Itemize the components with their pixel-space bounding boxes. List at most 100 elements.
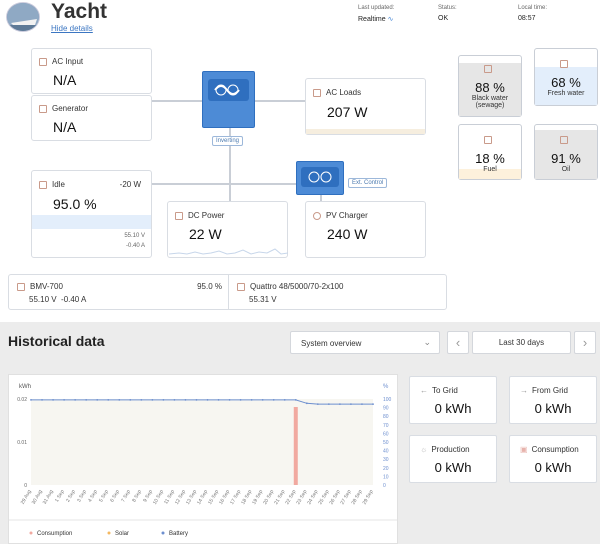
connector-line (229, 183, 231, 201)
chevron-down-icon: ⌄ (423, 337, 431, 347)
ac-loads-icon (313, 88, 321, 97)
device-name: BMV-700 (30, 282, 63, 291)
x-tick-label: 5 Sep (98, 489, 110, 504)
stat-label: From Grid (532, 386, 568, 395)
dc-power-label: DC Power (188, 211, 225, 220)
hide-details-link[interactable]: Hide details (51, 24, 93, 33)
device-bmv[interactable]: BMV-700 95.0 % 55.10 V -0.40 A (9, 275, 229, 309)
connector-line (152, 100, 204, 102)
battery-data-point (118, 398, 121, 401)
tank-percent: 18 % (475, 151, 505, 166)
tank-oil[interactable]: 91 % Oil (534, 124, 598, 180)
battery-data-point (162, 398, 165, 401)
yacht-image-icon (7, 3, 39, 31)
arrow-left-icon: ← (420, 386, 428, 395)
tank-percent: 68 % (551, 75, 581, 90)
battery-data-point (283, 398, 286, 401)
status-label: Status: (438, 5, 457, 11)
battery-data-point (350, 403, 352, 406)
local-time-label: Local time: (518, 5, 548, 11)
local-time-value: 08:57 (518, 15, 536, 22)
battery-data-point (206, 398, 209, 401)
battery-data-point (217, 398, 220, 401)
battery-data-point (140, 398, 143, 401)
y2-tick-label: 80 (383, 414, 389, 420)
inverter-box[interactable] (202, 71, 255, 128)
pv-charger-value: 240 W (327, 226, 368, 242)
x-tick-label: 8 Sep (131, 489, 143, 504)
ac-loads-card[interactable]: AC Loads 207 W (305, 78, 426, 135)
status-value: OK (438, 15, 449, 22)
ac-input-card[interactable]: AC Input N/A (31, 48, 152, 94)
y2-tick-label: 30 (383, 457, 389, 463)
generator-card[interactable]: Generator N/A (31, 95, 152, 141)
battery-data-point (96, 398, 99, 401)
sun-icon (313, 211, 321, 220)
x-tick-label: 7 Sep (120, 489, 132, 504)
tank-icon (559, 59, 568, 68)
battery-data-point (327, 403, 330, 406)
tank-name: Fresh water (547, 90, 585, 97)
prev-range-button[interactable]: ‹ (447, 331, 469, 354)
devices-panel: BMV-700 95.0 % 55.10 V -0.40 A Quattro 48… (8, 274, 447, 310)
stat-label: Consumption (531, 445, 579, 454)
overview-dropdown[interactable]: System overview ⌄ (290, 331, 440, 354)
tank-percent: 88 % (475, 80, 505, 95)
tank-icon (483, 135, 492, 144)
stat-value: 0 kWh (434, 401, 472, 416)
device-quattro[interactable]: Quattro 48/5000/70-2x100 55.31 V (229, 275, 447, 309)
battery-data-point (195, 398, 198, 401)
battery-soc-bar (32, 215, 151, 229)
battery-card[interactable]: Idle -20 W 95.0 % 55.10 V -0.40 A (31, 170, 152, 258)
battery-voltage: 55.10 V (124, 233, 145, 239)
y2-axis-label: % (383, 384, 389, 390)
dc-power-card[interactable]: DC Power 22 W (167, 201, 288, 258)
tank-fresh-water[interactable]: 68 % Fresh water (534, 48, 598, 106)
stat-production: ☼ Production 0 kWh (409, 435, 497, 483)
battery-data-point (261, 398, 264, 401)
tank-name: Fuel (483, 166, 497, 173)
connector-line (254, 100, 306, 102)
battery-data-point (339, 403, 341, 406)
legend-swatch (107, 531, 111, 535)
realtime-icon: ∿ (387, 16, 394, 23)
next-range-button[interactable]: › (574, 331, 596, 354)
history-chart: kWh %0.020.010100908070605040302010029 Au… (9, 384, 397, 537)
battery-data-point (372, 403, 374, 406)
battery-state-label: Idle (52, 180, 65, 189)
pv-charger-card[interactable]: PV Charger 240 W (305, 201, 426, 258)
pv-charger-label: PV Charger (326, 211, 368, 220)
chart-panel: kWh% 0.02 0.01 0 100 90 80 70 60 50 40 30 20 10 0 29 Au… (8, 374, 398, 544)
ac-loads-value: 207 W (327, 104, 368, 120)
tank-fuel[interactable]: 18 % Fuel (458, 124, 522, 180)
mppt-box[interactable] (296, 161, 344, 195)
generator-label: Generator (52, 104, 89, 113)
battery-data-point (52, 398, 54, 401)
legend-item: Battery (169, 531, 188, 537)
battery-data-point (272, 398, 275, 401)
inverter-icon (237, 282, 245, 291)
y2-tick-label: 60 (383, 431, 389, 437)
overview-dropdown-value: System overview (301, 339, 362, 348)
tank-name: Oil (561, 166, 571, 173)
tank-black-water[interactable]: 88 % Black water (sewage) (458, 55, 522, 117)
y2-tick-label: 90 (383, 406, 389, 412)
y2-tick-label: 100 (383, 397, 392, 403)
stat-value: 0 kWh (534, 401, 572, 416)
ac-input-icon (39, 57, 47, 66)
stat-to-grid: ← To Grid 0 kWh (409, 376, 497, 424)
tank-name: Black water (471, 95, 509, 102)
battery-data-point (316, 403, 319, 406)
arrow-right-icon: → (520, 386, 528, 395)
consumption-bar (293, 407, 298, 485)
y2-tick-label: 40 (383, 449, 389, 455)
tank-percent: 91 % (551, 151, 581, 166)
x-tick-label: 6 Sep (109, 489, 121, 504)
tank-icon (483, 64, 492, 73)
legend-item: Consumption (37, 531, 72, 537)
battery-monitor-icon (17, 282, 25, 291)
battery-soc: 95.0 % (53, 196, 97, 212)
x-tick-label: 31 Aug (42, 489, 55, 506)
range-selector[interactable]: Last 30 days (472, 331, 571, 354)
device-value: 95.0 % (197, 282, 222, 291)
